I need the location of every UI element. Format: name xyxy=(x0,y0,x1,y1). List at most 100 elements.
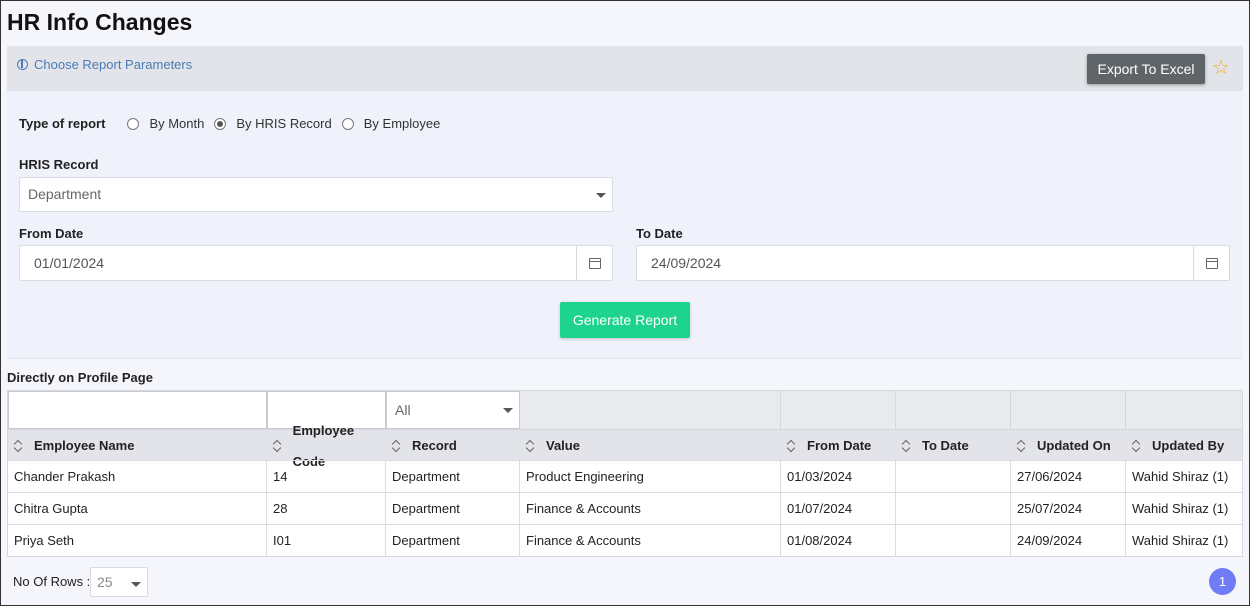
radio-circle-icon xyxy=(127,117,140,130)
cell-value: Product Engineering xyxy=(520,461,781,493)
export-to-excel-button[interactable]: Export To Excel xyxy=(1087,54,1205,84)
cell-from-date: 01/03/2024 xyxy=(781,461,896,493)
filter-blank xyxy=(1126,391,1242,429)
rows-per-page-select[interactable]: 25 xyxy=(90,567,148,597)
col-label: Updated By xyxy=(1152,438,1225,453)
table-row: Priya Seth I01 Department Finance & Acco… xyxy=(8,524,1242,557)
col-label: Value xyxy=(546,438,580,453)
radio-circle-icon xyxy=(341,117,354,130)
col-label: Employee Name xyxy=(34,438,135,453)
page-1-button[interactable]: 1 xyxy=(1209,568,1236,595)
radio-by-month[interactable]: By Month xyxy=(127,116,204,131)
cell-updated-by: Wahid Shiraz (1) xyxy=(1132,469,1229,484)
calendar-icon xyxy=(588,257,601,269)
table-row: Chitra Gupta 28 Department Finance & Acc… xyxy=(8,492,1242,525)
col-from-date[interactable]: From Date xyxy=(781,430,896,461)
params-panel: Type of report By Month By HRIS Record B… xyxy=(7,91,1243,359)
cell-value: Finance & Accounts xyxy=(520,493,781,525)
cell-to-date xyxy=(896,525,1011,557)
sort-icon xyxy=(273,440,281,452)
cell-employee-code: 14 xyxy=(267,461,386,493)
header-row: Employee Name Employee Code Record Value… xyxy=(8,423,1242,469)
to-date-picker-button[interactable] xyxy=(1193,246,1229,280)
rows-per-page-value: 25 xyxy=(97,574,113,590)
chevron-down-icon xyxy=(503,408,513,413)
cell-value: Finance & Accounts xyxy=(520,525,781,557)
cell-employee-name: Chitra Gupta xyxy=(8,493,267,525)
filter-blank xyxy=(1011,391,1126,429)
col-label: Updated On xyxy=(1037,438,1111,453)
cell-employee-code: I01 xyxy=(267,525,386,557)
col-to-date[interactable]: To Date xyxy=(896,430,1011,461)
hris-record-select[interactable]: Department xyxy=(19,177,613,212)
rows-per-page-label: No Of Rows : xyxy=(13,574,91,589)
col-employee-name[interactable]: Employee Name xyxy=(8,430,267,461)
cell-employee-name: Priya Seth xyxy=(8,525,267,557)
cell-from-date: 01/07/2024 xyxy=(781,493,896,525)
sort-icon xyxy=(902,440,910,452)
col-value[interactable]: Value xyxy=(520,430,781,461)
col-employee-code[interactable]: Employee Code xyxy=(267,423,386,469)
info-toggle-icon xyxy=(17,59,28,70)
choose-params-label: Choose Report Parameters xyxy=(34,57,193,72)
cell-to-date xyxy=(896,461,1011,493)
cell-updated-by: Wahid Shiraz (1) xyxy=(1132,533,1229,548)
filter-blank xyxy=(520,391,781,429)
hris-record-label: HRIS Record xyxy=(19,157,99,172)
radio-by-employee[interactable]: By Employee xyxy=(341,116,441,131)
col-record[interactable]: Record xyxy=(386,430,520,461)
cell-to-date xyxy=(896,493,1011,525)
cell-from-date: 01/08/2024 xyxy=(781,525,896,557)
from-date-picker-button[interactable] xyxy=(576,246,612,280)
filter-row: All xyxy=(8,391,1242,429)
cell-updated-on: 27/06/2024 xyxy=(1011,461,1126,493)
cell-record: Department xyxy=(386,525,520,557)
chevron-down-icon xyxy=(131,582,141,587)
cell-updated-on: 25/07/2024 xyxy=(1011,493,1126,525)
section-title: Directly on Profile Page xyxy=(7,370,153,385)
sort-icon xyxy=(526,440,534,452)
table-row: Chander Prakash 14 Department Product En… xyxy=(8,460,1242,493)
radio-by-hris-record[interactable]: By HRIS Record xyxy=(214,116,332,131)
page-title: HR Info Changes xyxy=(7,9,193,35)
to-date-value: 24/09/2024 xyxy=(651,255,722,271)
radio-circle-checked-icon xyxy=(214,117,227,130)
to-date-input[interactable]: 24/09/2024 xyxy=(636,245,1230,281)
record-filter-value: All xyxy=(395,402,411,418)
col-label: Record xyxy=(412,438,457,453)
radio-by-hris-label: By HRIS Record xyxy=(236,116,332,131)
generate-report-button[interactable]: Generate Report xyxy=(560,302,690,338)
cell-record: Department xyxy=(386,461,520,493)
col-updated-by[interactable]: Updated By xyxy=(1126,430,1242,461)
filter-blank xyxy=(896,391,1011,429)
sort-icon xyxy=(1132,440,1140,452)
filter-blank xyxy=(781,391,896,429)
cell-updated-by: Wahid Shiraz (1) xyxy=(1132,501,1229,516)
star-icon[interactable]: ☆ xyxy=(1212,58,1230,78)
col-label: From Date xyxy=(807,438,872,453)
params-bar: Choose Report Parameters Export To Excel… xyxy=(7,46,1243,91)
cell-employee-name: Chander Prakash xyxy=(8,461,267,493)
chevron-down-icon xyxy=(596,193,606,198)
choose-params-link[interactable]: Choose Report Parameters xyxy=(17,57,192,72)
hris-record-value: Department xyxy=(28,186,102,202)
cell-record: Department xyxy=(386,493,520,525)
sort-icon xyxy=(787,440,795,452)
sort-icon xyxy=(392,440,400,452)
col-updated-on[interactable]: Updated On xyxy=(1011,430,1126,461)
from-date-input[interactable]: 01/01/2024 xyxy=(19,245,613,281)
cell-employee-code: 28 xyxy=(267,493,386,525)
col-label: To Date xyxy=(922,438,969,453)
sort-icon xyxy=(14,440,22,452)
sort-icon xyxy=(1017,440,1025,452)
calendar-icon xyxy=(1205,257,1218,269)
to-date-label: To Date xyxy=(636,226,683,241)
employee-name-filter[interactable] xyxy=(8,391,267,429)
cell-updated-on: 24/09/2024 xyxy=(1011,525,1126,557)
record-filter-select[interactable]: All xyxy=(386,391,520,429)
report-grid: All Employee Name Employee Code Record V… xyxy=(7,390,1243,557)
radio-by-month-label: By Month xyxy=(149,116,205,131)
report-type-row: Type of report By Month By HRIS Record B… xyxy=(19,116,440,131)
from-date-label: From Date xyxy=(19,226,84,241)
radio-by-employee-label: By Employee xyxy=(363,116,441,131)
